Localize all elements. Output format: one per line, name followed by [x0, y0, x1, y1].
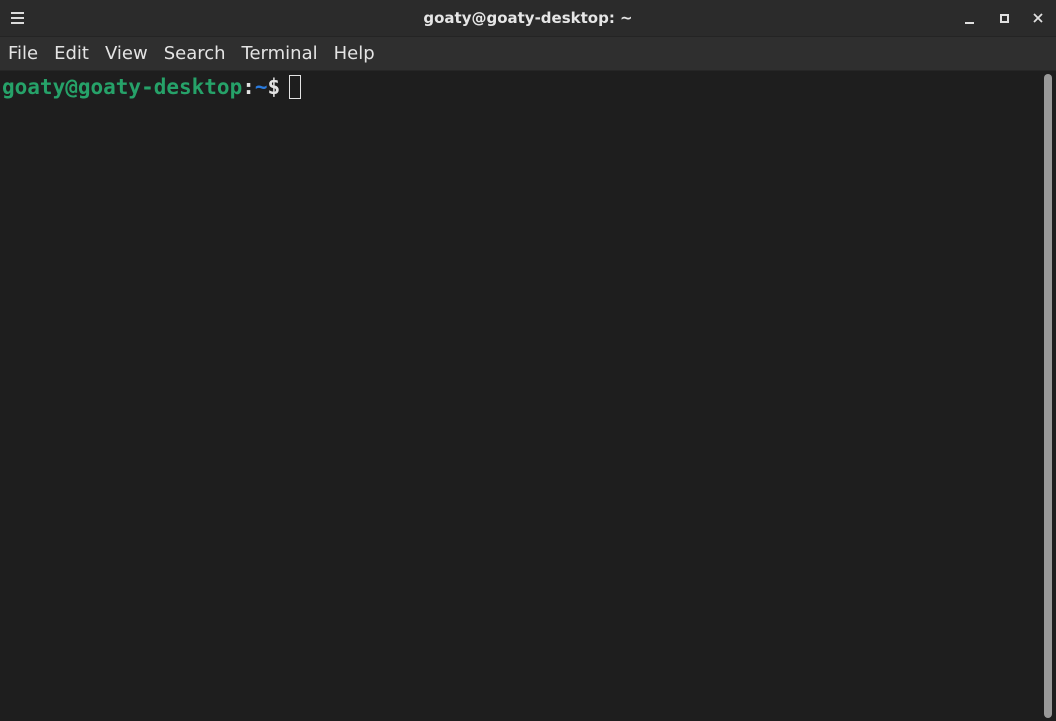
scrollbar[interactable] [1040, 71, 1056, 721]
maximize-icon[interactable] [995, 9, 1013, 27]
menu-bar: File Edit View Search Terminal Help [0, 37, 1056, 71]
prompt-line: goaty@goaty-desktop:~$ [2, 73, 302, 101]
hamburger-menu-icon[interactable] [11, 11, 24, 24]
window-title: goaty@goaty-desktop: ~ [423, 9, 633, 27]
prompt-symbol: $ [267, 75, 281, 99]
scrollbar-thumb[interactable] [1044, 74, 1052, 718]
text-cursor [289, 74, 302, 99]
prompt-user-host: goaty@goaty-desktop [2, 75, 243, 99]
terminal-area[interactable]: goaty@goaty-desktop:~$ [0, 71, 1040, 721]
title-bar[interactable]: goaty@goaty-desktop: ~ [0, 0, 1056, 37]
prompt-path: ~ [254, 75, 268, 99]
menu-terminal[interactable]: Terminal [234, 37, 326, 71]
minimize-icon[interactable] [961, 9, 979, 27]
menu-file[interactable]: File [0, 37, 46, 71]
menu-view[interactable]: View [97, 37, 156, 71]
terminal-window: goaty@goaty-desktop: ~ File Edit View Se… [0, 0, 1056, 721]
close-icon[interactable] [1029, 9, 1047, 27]
menu-help[interactable]: Help [326, 37, 383, 71]
menu-search[interactable]: Search [156, 37, 234, 71]
menu-edit[interactable]: Edit [46, 37, 97, 71]
prompt-colon: : [242, 75, 255, 99]
